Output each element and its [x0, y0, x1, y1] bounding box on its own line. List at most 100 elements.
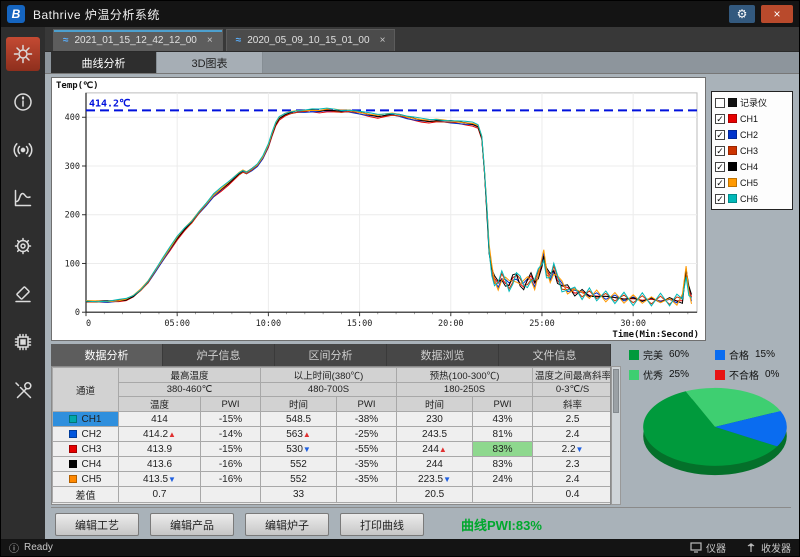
channel-cell-5[interactable]: 差值 — [53, 487, 119, 503]
legend-checkbox[interactable]: ✓ — [715, 178, 725, 188]
table-cell: 33 — [261, 487, 337, 503]
pie-color-swatch — [629, 350, 639, 360]
legend-row-1[interactable]: ✓CH1 — [715, 112, 789, 125]
app-window: B Bathrive 炉温分析系统 ⚙ × — [0, 0, 800, 557]
legend-checkbox[interactable]: ✓ — [715, 162, 725, 172]
table-cell — [473, 487, 533, 503]
legend-color-swatch — [728, 178, 737, 187]
legend-checkbox[interactable]: ✓ — [715, 130, 725, 140]
legend-row-5[interactable]: ✓CH5 — [715, 176, 789, 189]
curve-pwi-label: 曲线PWI:83% — [461, 515, 542, 534]
table-row-0: CH1414-15%548.5-38%23043%2.5 — [53, 412, 612, 427]
group-range: 380-460℃ — [119, 383, 261, 397]
view-tab-bar: 曲线分析3D图表 — [45, 52, 799, 74]
table-cell: -16% — [201, 457, 261, 472]
titlebar-settings-button[interactable]: ⚙ — [729, 5, 755, 23]
legend-color-swatch — [728, 130, 737, 139]
status-transceiver[interactable]: 收发器 — [745, 540, 791, 555]
sidebar-item-edit[interactable] — [6, 277, 40, 311]
legend-row-4[interactable]: ✓CH4 — [715, 160, 789, 173]
table-cell: -38% — [337, 412, 397, 427]
legend-label: CH6 — [740, 194, 758, 204]
sidebar-item-chip[interactable] — [6, 325, 40, 359]
channel-cell-0[interactable]: CH1 — [53, 412, 119, 427]
status-instrument[interactable]: 仪器 — [690, 540, 726, 555]
file-tab-bar: ≈2021_01_15_12_42_12_00×≈2020_05_09_10_1… — [45, 27, 799, 52]
sidebar-item-system[interactable] — [6, 229, 40, 263]
table-cell: 0.4 — [533, 487, 611, 503]
file-tab-0[interactable]: ≈2021_01_15_12_42_12_00× — [53, 29, 223, 51]
action-button-1[interactable]: 编辑产品 — [150, 513, 234, 536]
channel-cell-3[interactable]: CH4 — [53, 457, 119, 472]
svg-text:400: 400 — [65, 112, 80, 122]
table-row-5: 差值0.73320.50.4 — [53, 487, 612, 503]
table-cell: 243.5 — [397, 427, 473, 442]
legend-row-6[interactable]: ✓ CH6 — [715, 192, 789, 205]
table-cell: 223.5▼ — [397, 472, 473, 487]
pie-legend-label: 完美 — [643, 347, 663, 362]
legend-row-3[interactable]: ✓CH3 — [715, 144, 789, 157]
file-tab-label: 2021_01_15_12_42_12_00 — [75, 35, 197, 46]
file-tab-1[interactable]: ≈2020_05_09_10_15_01_00× — [226, 29, 396, 51]
sidebar-item-settings[interactable] — [6, 37, 40, 71]
svg-text:200: 200 — [65, 210, 80, 220]
titlebar: B Bathrive 炉温分析系统 ⚙ × — [1, 1, 799, 27]
action-button-0[interactable]: 编辑工艺 — [55, 513, 139, 536]
table-cell: 414.2▲ — [119, 427, 201, 442]
pwi-legend: 完美60%合格15%优秀25%不合格0% — [629, 347, 800, 382]
action-button-2[interactable]: 编辑炉子 — [245, 513, 329, 536]
action-bar: 编辑工艺编辑产品编辑炉子打印曲线 曲线PWI:83% — [51, 507, 791, 541]
eraser-icon — [12, 283, 34, 305]
table-cell: 20.5 — [397, 487, 473, 503]
sidebar-item-tools[interactable] — [6, 373, 40, 407]
view-tab-1[interactable]: 3D图表 — [157, 52, 263, 73]
bottom-tab-1[interactable]: 炉子信息 — [163, 344, 275, 366]
file-tab-label: 2020_05_09_10_15_01_00 — [247, 35, 369, 46]
table-cell: 413.6 — [119, 457, 201, 472]
table-cell: -55% — [337, 442, 397, 457]
info-icon — [12, 91, 34, 113]
scrollbar-thumb[interactable] — [613, 369, 619, 413]
sidebar-item-info[interactable] — [6, 85, 40, 119]
main-area: ≈2021_01_15_12_42_12_00×≈2020_05_09_10_1… — [45, 27, 799, 539]
table-cell: -16% — [201, 472, 261, 487]
bottom-tab-3[interactable]: 数据浏览 — [387, 344, 499, 366]
svg-text:300: 300 — [65, 161, 80, 171]
legend-checkbox[interactable]: ✓ — [715, 114, 725, 124]
sidebar-item-wireless[interactable] — [6, 133, 40, 167]
curve-chart[interactable]: 0100200300400005:0010:0015:0020:0025:003… — [52, 78, 705, 340]
tab-close-icon[interactable]: × — [380, 35, 386, 46]
transceiver-icon — [745, 542, 757, 553]
app-title: Bathrive 炉温分析系统 — [33, 6, 160, 23]
sidebar-item-curve[interactable] — [6, 181, 40, 215]
statusbar: ⓘ Ready 仪器 收发器 — [1, 539, 799, 556]
table-cell: 244 — [397, 457, 473, 472]
table-cell: 83% — [473, 457, 533, 472]
tab-close-icon[interactable]: × — [207, 35, 213, 46]
bottom-tab-4[interactable]: 文件信息 — [499, 344, 611, 366]
action-button-3[interactable]: 打印曲线 — [340, 513, 424, 536]
legend-checkbox[interactable]: ✓ — [715, 194, 725, 204]
settings-gear-icon — [12, 43, 34, 65]
bottom-tab-0[interactable]: 数据分析 — [51, 344, 163, 366]
table-scrollbar[interactable] — [611, 366, 621, 505]
col-header: PWI — [201, 397, 261, 412]
bottom-tab-2[interactable]: 区间分析 — [275, 344, 387, 366]
analysis-table-wrap: 通道最高温度以上时间(380℃)预热(100-300℃)温度之间最高斜率380-… — [51, 366, 611, 505]
channel-cell-2[interactable]: CH3 — [53, 442, 119, 457]
channel-cell-1[interactable]: CH2 — [53, 427, 119, 442]
legend-row-0[interactable]: 记录仪 — [715, 96, 789, 109]
group-header: 温度之间最高斜率 — [533, 368, 611, 383]
view-tab-0[interactable]: 曲线分析 — [51, 52, 157, 73]
col-header: PWI — [473, 397, 533, 412]
channel-legend: 记录仪✓CH1✓CH2✓CH3✓CH4✓CH5✓CH6 — [711, 91, 793, 210]
titlebar-close-button[interactable]: × — [761, 5, 793, 23]
legend-checkbox[interactable]: ✓ — [715, 146, 725, 156]
legend-checkbox[interactable] — [715, 98, 725, 108]
table-cell: 2.4 — [533, 472, 611, 487]
legend-row-2[interactable]: ✓CH2 — [715, 128, 789, 141]
channel-color-swatch — [69, 475, 77, 483]
group-range: 0-3℃/S — [533, 383, 611, 397]
app-logo: B — [7, 5, 25, 23]
channel-cell-4[interactable]: CH5 — [53, 472, 119, 487]
